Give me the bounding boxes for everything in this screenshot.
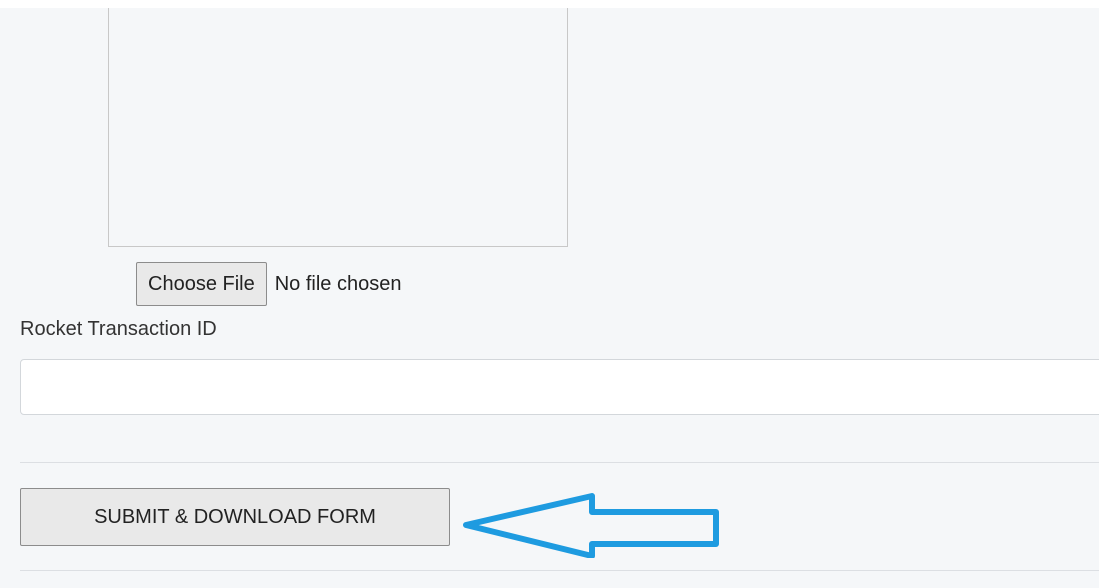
divider-bottom bbox=[20, 570, 1099, 571]
submit-download-form-button[interactable]: SUBMIT & DOWNLOAD FORM bbox=[20, 488, 450, 546]
arrow-left-outline-icon bbox=[463, 493, 719, 558]
rocket-transaction-id-label: Rocket Transaction ID bbox=[20, 318, 217, 340]
file-upload-row: Choose File No file chosen bbox=[136, 262, 401, 306]
rocket-transaction-id-input[interactable] bbox=[20, 359, 1099, 415]
choose-file-button[interactable]: Choose File bbox=[136, 262, 267, 306]
image-preview-box bbox=[108, 8, 568, 247]
divider-top bbox=[20, 462, 1099, 463]
file-status-text: No file chosen bbox=[274, 272, 402, 295]
